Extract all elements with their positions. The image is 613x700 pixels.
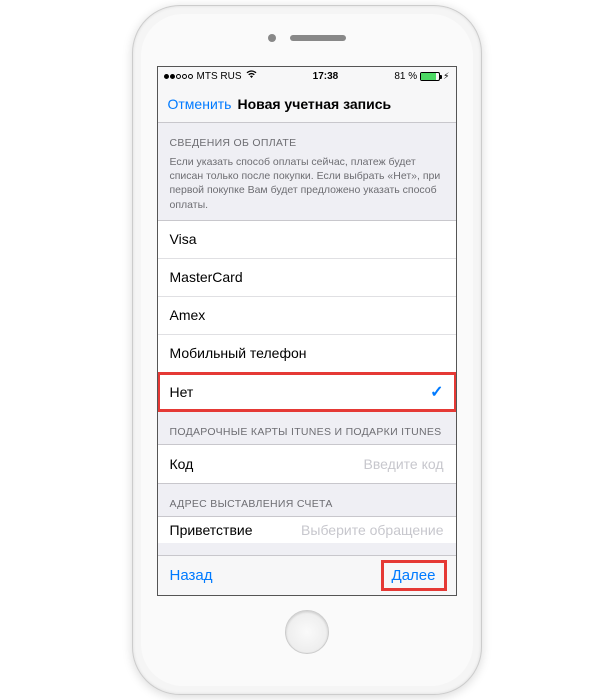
wifi-icon xyxy=(246,70,257,82)
payment-options-list: Visa MasterCard Amex Мобильный телефон Н… xyxy=(158,220,456,412)
payment-section-header: СВЕДЕНИЯ ОБ ОПЛАТЕ xyxy=(158,123,456,155)
status-bar: MTS RUS 17:38 81 % ⚡︎ xyxy=(158,67,456,85)
top-sensors xyxy=(268,30,346,46)
status-right: 81 % ⚡︎ xyxy=(394,71,449,82)
iphone-inner: MTS RUS 17:38 81 % ⚡︎ Отменить Новая уче… xyxy=(141,14,473,686)
checkmark-icon: ✓ xyxy=(430,382,443,402)
payment-option-none[interactable]: Нет ✓ xyxy=(158,373,456,411)
gift-code-row[interactable]: Код Введите код xyxy=(158,445,456,483)
payment-option-label: Мобильный телефон xyxy=(170,345,307,361)
gift-card-list: Код Введите код xyxy=(158,444,456,484)
payment-section-note: Если указать способ оплаты сейчас, плате… xyxy=(158,155,456,220)
payment-option-visa[interactable]: Visa xyxy=(158,221,456,259)
billing-list: Приветствие Выберите обращение xyxy=(158,516,456,543)
salutation-row[interactable]: Приветствие Выберите обращение xyxy=(158,517,456,543)
gift-code-label: Код xyxy=(170,456,230,472)
cancel-button[interactable]: Отменить xyxy=(168,96,232,112)
page-title: Новая учетная запись xyxy=(237,96,391,112)
payment-option-label: Amex xyxy=(170,307,206,323)
charging-icon: ⚡︎ xyxy=(443,71,449,82)
earpiece-speaker xyxy=(290,35,346,41)
screen: MTS RUS 17:38 81 % ⚡︎ Отменить Новая уче… xyxy=(157,66,457,596)
gift-section-header: ПОДАРОЧНЫЕ КАРТЫ ITUNES И ПОДАРКИ ITUNES xyxy=(158,412,456,444)
bottom-toolbar: Назад Далее xyxy=(158,555,456,595)
battery-icon xyxy=(420,72,440,81)
next-button-highlight: Далее xyxy=(384,563,444,588)
salutation-value: Выберите обращение xyxy=(301,522,443,538)
payment-option-mastercard[interactable]: MasterCard xyxy=(158,259,456,297)
signal-strength-icon xyxy=(164,74,193,79)
payment-option-label: Visa xyxy=(170,231,197,247)
payment-option-amex[interactable]: Amex xyxy=(158,297,456,335)
battery-percent: 81 % xyxy=(394,71,417,82)
gift-code-input[interactable]: Введите код xyxy=(364,456,444,472)
next-button[interactable]: Далее xyxy=(392,567,436,584)
salutation-label: Приветствие xyxy=(170,522,253,538)
payment-option-label: Нет xyxy=(170,384,194,400)
status-left: MTS RUS xyxy=(164,70,257,82)
billing-section-header: АДРЕС ВЫСТАВЛЕНИЯ СЧЕТА xyxy=(158,484,456,516)
home-button[interactable] xyxy=(285,610,329,654)
iphone-frame: MTS RUS 17:38 81 % ⚡︎ Отменить Новая уче… xyxy=(132,5,482,695)
clock: 17:38 xyxy=(313,71,339,82)
carrier-label: MTS RUS xyxy=(197,71,242,82)
payment-option-label: MasterCard xyxy=(170,269,243,285)
back-button[interactable]: Назад xyxy=(170,567,213,584)
payment-option-mobile[interactable]: Мобильный телефон xyxy=(158,335,456,373)
content-area: СВЕДЕНИЯ ОБ ОПЛАТЕ Если указать способ о… xyxy=(158,123,456,555)
front-camera xyxy=(268,34,276,42)
navigation-bar: Отменить Новая учетная запись xyxy=(158,85,456,123)
